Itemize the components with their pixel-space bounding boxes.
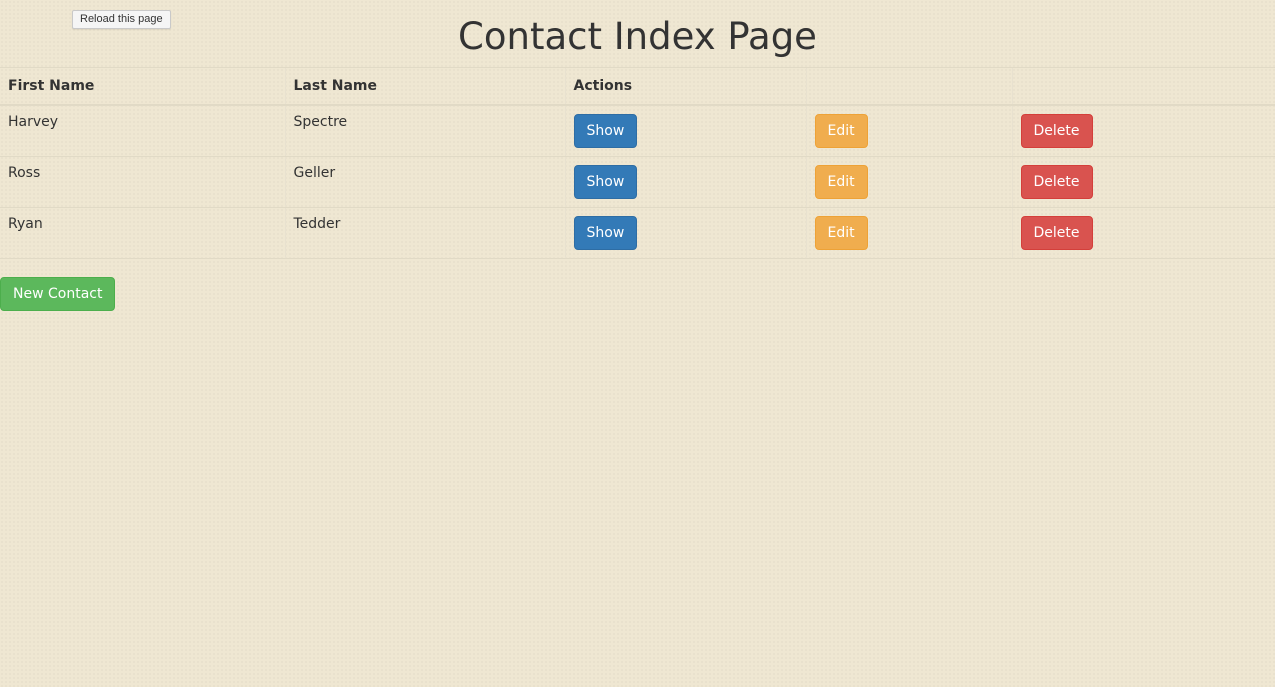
cell-delete: Delete <box>1011 156 1275 208</box>
header-first-name: First Name <box>0 67 285 106</box>
table-row: Harvey Spectre Show Edit Delete <box>0 104 1275 157</box>
cell-delete: Delete <box>1011 207 1275 259</box>
header-spacer <box>805 67 1012 106</box>
header-spacer <box>1011 67 1275 106</box>
delete-button[interactable]: Delete <box>1020 164 1093 199</box>
cell-last-name: Spectre <box>284 104 565 157</box>
show-button[interactable]: Show <box>573 113 638 148</box>
table-header: First Name Last Name Actions <box>0 67 1275 106</box>
cell-first-name: Ross <box>0 156 285 208</box>
edit-button[interactable]: Edit <box>814 113 868 148</box>
show-button[interactable]: Show <box>573 215 638 250</box>
table-row: Ryan Tedder Show Edit Delete <box>0 207 1275 259</box>
table-body: Harvey Spectre Show Edit Delete Ross Gel… <box>0 104 1275 259</box>
header-row: First Name Last Name Actions <box>0 67 1275 106</box>
show-button[interactable]: Show <box>573 164 638 199</box>
cell-show: Show <box>564 156 806 208</box>
delete-button[interactable]: Delete <box>1020 215 1093 250</box>
delete-button[interactable]: Delete <box>1020 113 1093 148</box>
cell-show: Show <box>564 104 806 157</box>
table-row: Ross Geller Show Edit Delete <box>0 156 1275 208</box>
cell-edit: Edit <box>805 156 1012 208</box>
header-actions: Actions <box>564 67 806 106</box>
contacts-table: First Name Last Name Actions Harvey Spec… <box>0 67 1275 259</box>
cell-show: Show <box>564 207 806 259</box>
new-contact-button[interactable]: New Contact <box>0 277 116 311</box>
cell-last-name: Geller <box>284 156 565 208</box>
cell-edit: Edit <box>805 104 1012 157</box>
edit-button[interactable]: Edit <box>814 164 868 199</box>
cell-delete: Delete <box>1011 104 1275 157</box>
header-last-name: Last Name <box>284 67 565 106</box>
cell-first-name: Harvey <box>0 104 285 157</box>
cell-edit: Edit <box>805 207 1012 259</box>
cell-last-name: Tedder <box>284 207 565 259</box>
page-title: Contact Index Page <box>458 15 817 58</box>
edit-button[interactable]: Edit <box>814 215 868 250</box>
cell-first-name: Ryan <box>0 207 285 259</box>
